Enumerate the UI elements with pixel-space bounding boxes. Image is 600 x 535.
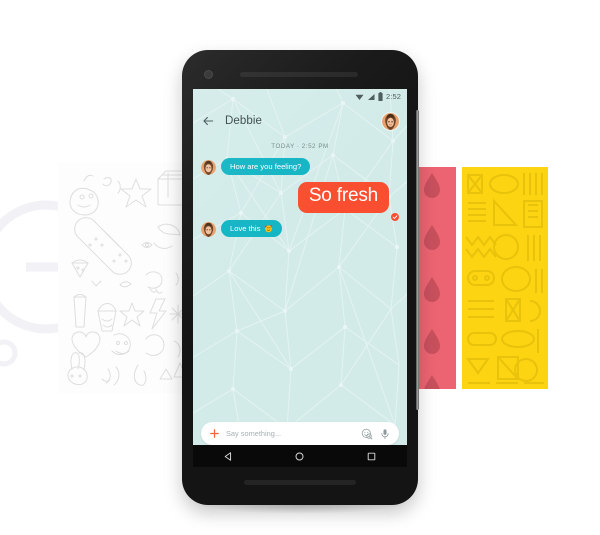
android-nav-bar	[193, 445, 407, 467]
pattern-panel-yellow	[462, 167, 548, 389]
message-text: So fresh	[308, 185, 378, 207]
battery-icon	[378, 92, 383, 101]
page-title: Debbie	[225, 115, 263, 127]
plus-icon[interactable]	[209, 428, 220, 439]
phone-screen: 2:52 Debbie TODAY · 2:52 PM How are you …	[193, 89, 407, 467]
message-list: TODAY · 2:52 PM How are you feeling? So …	[193, 138, 407, 418]
composer-area	[193, 422, 407, 445]
message-row-incoming-2: Love this	[201, 220, 399, 238]
sender-avatar[interactable]	[201, 160, 216, 176]
message-composer[interactable]	[201, 422, 399, 445]
message-bubble[interactable]: So fresh	[297, 182, 389, 213]
microphone-icon[interactable]	[379, 428, 391, 440]
phone-device: 2:52 Debbie TODAY · 2:52 PM How are you …	[182, 50, 419, 505]
day-separator: TODAY · 2:52 PM	[271, 143, 329, 150]
status-bar: 2:52	[193, 89, 407, 104]
message-bubble[interactable]: Love this	[221, 220, 283, 238]
smiling-face-with-hearts-emoji	[265, 225, 273, 233]
earpiece-speaker	[240, 72, 358, 77]
message-row-outgoing-1: So fresh	[201, 182, 399, 221]
signal-icon	[368, 93, 375, 100]
sticker-search-icon[interactable]	[361, 428, 373, 440]
back-arrow-icon[interactable]	[201, 114, 215, 128]
nav-back-icon[interactable]	[223, 451, 234, 462]
nav-home-icon[interactable]	[294, 451, 305, 462]
message-text: Love this	[230, 224, 261, 233]
screenshot-stage: 2:52 Debbie TODAY · 2:52 PM How are you …	[0, 0, 600, 535]
doodle-panel-white	[58, 163, 196, 393]
avatar[interactable]	[382, 112, 399, 130]
sender-avatar[interactable]	[201, 222, 216, 238]
front-camera-icon	[204, 70, 213, 79]
wifi-icon	[355, 94, 364, 100]
status-bar-time: 2:52	[386, 91, 401, 101]
delivered-status-icon	[391, 208, 399, 221]
message-text: How are you feeling?	[230, 162, 302, 171]
message-bubble[interactable]: How are you feeling?	[221, 158, 311, 176]
phone-side-edge	[416, 110, 419, 410]
bottom-speaker-grille	[244, 480, 356, 485]
conversation-app-bar: Debbie	[193, 104, 407, 138]
nav-recents-icon[interactable]	[366, 451, 377, 462]
search-input[interactable]	[226, 429, 355, 438]
message-row-incoming-1: How are you feeling?	[201, 158, 399, 176]
